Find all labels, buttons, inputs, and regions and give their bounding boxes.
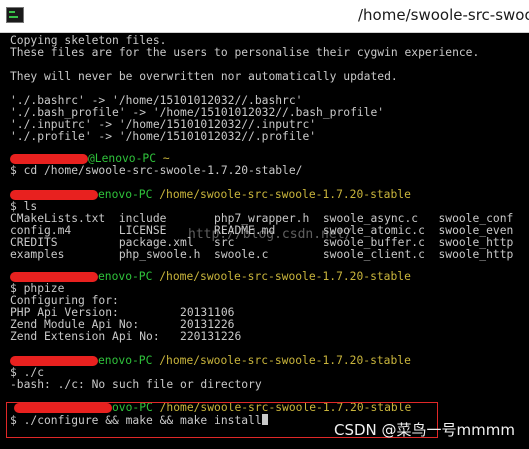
terminal-icon bbox=[6, 7, 24, 23]
output-line: These files are for the users to persona… bbox=[10, 46, 480, 59]
redaction-mark bbox=[10, 190, 98, 200]
output-line: Zend Extension Api No: 220131226 bbox=[10, 330, 242, 343]
watermark-url: http://blog.csdn.net/ bbox=[188, 227, 353, 242]
redaction-mark bbox=[10, 356, 98, 366]
csdn-watermark: CSDN @菜鸟一号mmmm bbox=[334, 421, 515, 439]
prompt-header: enovo-PC /home/swoole-src-swoole-1.7.20-… bbox=[98, 270, 411, 283]
output-line: They will never be overwritten nor autom… bbox=[10, 70, 398, 83]
ls-row: examples php_swoole.h swoole.c swoole_cl… bbox=[10, 248, 514, 261]
window-title: /home/swoole-src-swoo bbox=[358, 6, 529, 24]
title-bar: /home/swoole-src-swoo bbox=[0, 0, 529, 33]
prompt-header: enovo-PC /home/swoole-src-swoole-1.7.20-… bbox=[98, 188, 411, 201]
error-line: -bash: ./c: No such file or directory bbox=[10, 378, 262, 391]
redaction-mark bbox=[10, 154, 88, 164]
prompt-header: enovo-PC /home/swoole-src-swoole-1.7.20-… bbox=[98, 354, 411, 367]
output-line: './.profile' -> '/home/15101012032//.pro… bbox=[10, 130, 317, 143]
command-line: $ cd /home/swoole-src-swoole-1.7.20-stab… bbox=[10, 164, 303, 177]
redaction-mark bbox=[10, 272, 98, 282]
